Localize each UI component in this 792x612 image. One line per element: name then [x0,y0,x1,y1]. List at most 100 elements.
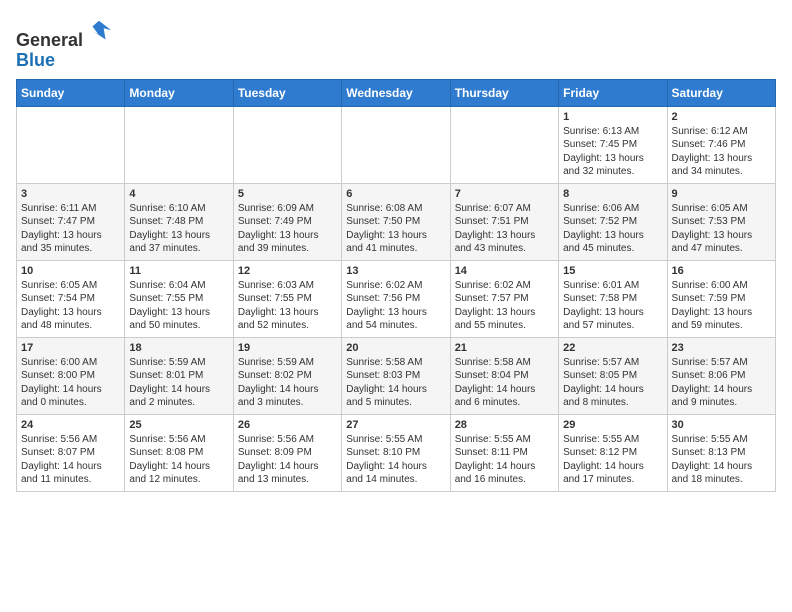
calendar-cell: 17 Sunrise: 6:00 AM Sunset: 8:00 PM Dayli… [17,337,125,414]
calendar-cell [17,106,125,183]
day-info: Sunrise: 6:06 AM Sunset: 7:52 PM Dayligh… [563,202,662,256]
day-info: Sunrise: 5:55 AM Sunset: 8:10 PM Dayligh… [346,433,445,487]
day-number: 27 [346,419,445,431]
calendar-cell: 25 Sunrise: 5:56 AM Sunset: 8:08 PM Dayli… [125,414,233,491]
week-row-2: 3Sunrise: 6:11 AM Sunset: 7:47 PM Daylig… [17,183,776,260]
logo-bird-icon [85,18,113,46]
day-info: Sunrise: 6:11 AM Sunset: 7:47 PM Dayligh… [21,202,120,256]
week-row-4: 17 Sunrise: 6:00 AM Sunset: 8:00 PM Dayli… [17,337,776,414]
calendar-cell: 12 Sunrise: 6:03 AM Sunset: 7:55 PM Dayli… [233,260,341,337]
day-info: Sunrise: 6:07 AM Sunset: 7:51 PM Dayligh… [455,202,554,256]
day-number: 29 [563,419,662,431]
day-number: 4 [129,188,228,200]
calendar-cell: 2 Sunrise: 6:12 AM Sunset: 7:46 PM Daylig… [667,106,775,183]
day-number: 22 [563,342,662,354]
day-number: 11 [129,265,228,277]
week-row-5: 24Sunrise: 5:56 AM Sunset: 8:07 PM Dayli… [17,414,776,491]
weekday-header-saturday: Saturday [667,79,775,106]
day-info: Sunrise: 5:55 AM Sunset: 8:11 PM Dayligh… [455,433,554,487]
day-number: 20 [346,342,445,354]
day-number: 17 [21,342,120,354]
day-number: 8 [563,188,662,200]
calendar-cell [450,106,558,183]
weekday-header-wednesday: Wednesday [342,79,450,106]
calendar-cell: 6 Sunrise: 6:08 AM Sunset: 7:50 PM Daylig… [342,183,450,260]
day-info: Sunrise: 5:56 AM Sunset: 8:07 PM Dayligh… [21,433,120,487]
day-number: 5 [238,188,337,200]
calendar-cell: 19Sunrise: 5:59 AM Sunset: 8:02 PM Dayli… [233,337,341,414]
day-number: 2 [672,111,771,123]
day-info: Sunrise: 5:55 AM Sunset: 8:13 PM Dayligh… [672,433,771,487]
day-number: 7 [455,188,554,200]
day-number: 9 [672,188,771,200]
weekday-header-row: SundayMondayTuesdayWednesdayThursdayFrid… [17,79,776,106]
week-row-1: 1 Sunrise: 6:13 AM Sunset: 7:45 PM Daylig… [17,106,776,183]
day-info: Sunrise: 5:57 AM Sunset: 8:05 PM Dayligh… [563,356,662,410]
day-info: Sunrise: 6:10 AM Sunset: 7:48 PM Dayligh… [129,202,228,256]
day-info: Sunrise: 5:58 AM Sunset: 8:04 PM Dayligh… [455,356,554,410]
page-header: General Blue [16,16,776,71]
day-info: Sunrise: 6:04 AM Sunset: 7:55 PM Dayligh… [129,279,228,333]
day-info: Sunrise: 5:55 AM Sunset: 8:12 PM Dayligh… [563,433,662,487]
calendar-cell: 13 Sunrise: 6:02 AM Sunset: 7:56 PM Dayli… [342,260,450,337]
day-number: 1 [563,111,662,123]
calendar-cell: 29 Sunrise: 5:55 AM Sunset: 8:12 PM Dayli… [559,414,667,491]
day-info: Sunrise: 5:58 AM Sunset: 8:03 PM Dayligh… [346,356,445,410]
calendar-cell: 26 Sunrise: 5:56 AM Sunset: 8:09 PM Dayli… [233,414,341,491]
day-info: Sunrise: 6:05 AM Sunset: 7:54 PM Dayligh… [21,279,120,333]
calendar-cell: 23Sunrise: 5:57 AM Sunset: 8:06 PM Dayli… [667,337,775,414]
calendar-cell: 30 Sunrise: 5:55 AM Sunset: 8:13 PM Dayli… [667,414,775,491]
calendar-cell [342,106,450,183]
day-number: 6 [346,188,445,200]
logo: General Blue [16,20,113,71]
day-number: 12 [238,265,337,277]
calendar-cell: 27 Sunrise: 5:55 AM Sunset: 8:10 PM Dayli… [342,414,450,491]
day-info: Sunrise: 6:08 AM Sunset: 7:50 PM Dayligh… [346,202,445,256]
day-number: 30 [672,419,771,431]
day-info: Sunrise: 6:01 AM Sunset: 7:58 PM Dayligh… [563,279,662,333]
calendar-cell [233,106,341,183]
logo-blue: Blue [16,50,55,70]
day-number: 25 [129,419,228,431]
day-info: Sunrise: 6:05 AM Sunset: 7:53 PM Dayligh… [672,202,771,256]
calendar-cell: 28 Sunrise: 5:55 AM Sunset: 8:11 PM Dayli… [450,414,558,491]
calendar-cell: 24Sunrise: 5:56 AM Sunset: 8:07 PM Dayli… [17,414,125,491]
weekday-header-tuesday: Tuesday [233,79,341,106]
day-info: Sunrise: 6:13 AM Sunset: 7:45 PM Dayligh… [563,125,662,179]
day-info: Sunrise: 5:56 AM Sunset: 8:09 PM Dayligh… [238,433,337,487]
calendar-cell: 20 Sunrise: 5:58 AM Sunset: 8:03 PM Dayli… [342,337,450,414]
day-info: Sunrise: 6:00 AM Sunset: 8:00 PM Dayligh… [21,356,120,410]
day-number: 14 [455,265,554,277]
day-info: Sunrise: 6:00 AM Sunset: 7:59 PM Dayligh… [672,279,771,333]
day-info: Sunrise: 6:09 AM Sunset: 7:49 PM Dayligh… [238,202,337,256]
day-info: Sunrise: 6:02 AM Sunset: 7:57 PM Dayligh… [455,279,554,333]
day-info: Sunrise: 5:59 AM Sunset: 8:02 PM Dayligh… [238,356,337,410]
day-number: 21 [455,342,554,354]
day-number: 13 [346,265,445,277]
calendar-cell [125,106,233,183]
day-number: 26 [238,419,337,431]
weekday-header-monday: Monday [125,79,233,106]
calendar-cell: 14 Sunrise: 6:02 AM Sunset: 7:57 PM Dayli… [450,260,558,337]
calendar-cell: 15 Sunrise: 6:01 AM Sunset: 7:58 PM Dayli… [559,260,667,337]
day-number: 28 [455,419,554,431]
calendar-cell: 1 Sunrise: 6:13 AM Sunset: 7:45 PM Daylig… [559,106,667,183]
weekday-header-friday: Friday [559,79,667,106]
calendar-table: SundayMondayTuesdayWednesdayThursdayFrid… [16,79,776,492]
day-info: Sunrise: 5:56 AM Sunset: 8:08 PM Dayligh… [129,433,228,487]
day-number: 15 [563,265,662,277]
day-number: 16 [672,265,771,277]
calendar-cell: 18Sunrise: 5:59 AM Sunset: 8:01 PM Dayli… [125,337,233,414]
calendar-cell: 22 Sunrise: 5:57 AM Sunset: 8:05 PM Dayli… [559,337,667,414]
weekday-header-thursday: Thursday [450,79,558,106]
logo-general: General [16,30,83,50]
day-info: Sunrise: 5:57 AM Sunset: 8:06 PM Dayligh… [672,356,771,410]
calendar-cell: 9 Sunrise: 6:05 AM Sunset: 7:53 PM Daylig… [667,183,775,260]
day-info: Sunrise: 6:03 AM Sunset: 7:55 PM Dayligh… [238,279,337,333]
calendar-cell: 16 Sunrise: 6:00 AM Sunset: 7:59 PM Dayli… [667,260,775,337]
calendar-cell: 21 Sunrise: 5:58 AM Sunset: 8:04 PM Dayli… [450,337,558,414]
calendar-cell: 11 Sunrise: 6:04 AM Sunset: 7:55 PM Dayli… [125,260,233,337]
day-number: 18 [129,342,228,354]
day-info: Sunrise: 6:02 AM Sunset: 7:56 PM Dayligh… [346,279,445,333]
day-info: Sunrise: 6:12 AM Sunset: 7:46 PM Dayligh… [672,125,771,179]
